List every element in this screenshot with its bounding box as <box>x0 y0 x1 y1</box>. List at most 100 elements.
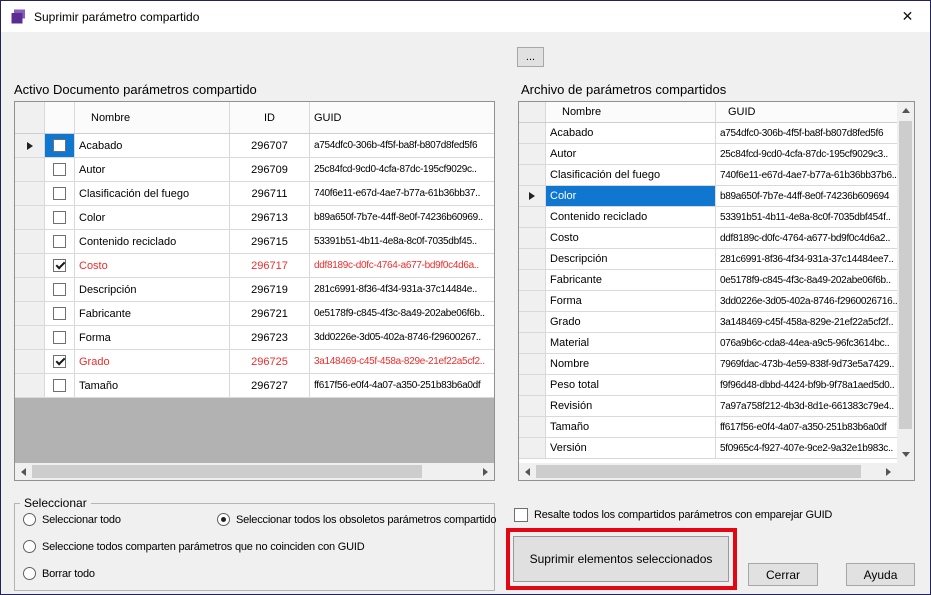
table-row[interactable]: Fabricante 296721 0e5178f9-c845-4f3c-8a49-… <box>15 302 494 326</box>
row-checkbox[interactable] <box>53 379 66 392</box>
row-checkbox[interactable] <box>53 163 66 176</box>
cell-nombre[interactable]: Costo <box>546 228 716 249</box>
checkbox-cell[interactable] <box>45 302 75 326</box>
cell-id[interactable]: 296713 <box>230 206 310 230</box>
cell-id[interactable]: 296717 <box>230 254 310 278</box>
cell-guid[interactable]: 53391b51-4b11-4e8a-8c0f-7035dbf45.. <box>310 230 494 254</box>
row-checkbox[interactable] <box>53 235 66 248</box>
cell-guid[interactable]: 25c84fcd-9cd0-4cfa-87dc-195cf9029c3.. <box>716 144 897 165</box>
cell-guid[interactable]: 0e5178f9-c845-4f3c-8a49-202abe06f6b.. <box>310 302 494 326</box>
cell-id[interactable]: 296723 <box>230 326 310 350</box>
cell-guid[interactable]: 7969fdac-473b-4e59-838f-9d73e5a7429.. <box>716 354 897 375</box>
table-row[interactable]: Grado 296725 3a148469-c45f-458a-829e-21ef2… <box>15 350 494 374</box>
table-row[interactable]: Clasificación del fuego 740f6e11-e67d-4ae… <box>519 165 897 186</box>
cell-guid[interactable]: 3a148469-c45f-458a-829e-21ef22a5cf2.. <box>310 350 494 374</box>
table-row[interactable]: Material 076a9b6c-cda8-44ea-a9c5-96fc3614… <box>519 333 897 354</box>
checkbox-cell[interactable] <box>45 278 75 302</box>
table-row[interactable]: Acabado 296707 a754dfc0-306b-4f5f-ba8f-b80… <box>15 134 494 158</box>
cell-nombre[interactable]: Autor <box>75 158 230 182</box>
table-row[interactable]: Acabado a754dfc0-306b-4f5f-ba8f-b807d8fed… <box>519 123 897 144</box>
highlight-guid-checkbox-box[interactable] <box>514 508 528 522</box>
row-checkbox[interactable] <box>53 283 66 296</box>
delete-selected-button[interactable]: Suprimir elementos seleccionados <box>513 536 729 582</box>
scroll-left-button[interactable] <box>519 463 536 480</box>
table-row[interactable]: Forma 3dd0226e-3d05-402a-8746-f2960026716… <box>519 291 897 312</box>
column-header-nombre[interactable]: Nombre <box>75 102 230 133</box>
table-row[interactable]: Descripción 281c6991-8f36-4f34-931a-37c14… <box>519 249 897 270</box>
cell-guid[interactable]: b89a650f-7b7e-44ff-8e0f-74236b60969.. <box>310 206 494 230</box>
table-row[interactable]: Clasificación del fuego 296711 740f6e11-e6… <box>15 182 494 206</box>
browse-button[interactable]: ... <box>517 47 544 67</box>
column-header-checkbox[interactable] <box>45 102 75 133</box>
table-row[interactable]: Tamaño 296727 ff617f56-e0f4-4a07-a350-251b… <box>15 374 494 398</box>
cell-nombre[interactable]: Color <box>546 186 716 207</box>
cell-nombre[interactable]: Descripción <box>546 249 716 270</box>
cell-guid[interactable]: 3a148469-c45f-458a-829e-21ef22a5cf2f.. <box>716 312 897 333</box>
cell-guid[interactable]: ff617f56-e0f4-4a07-a350-251b83b6a0df <box>310 374 494 398</box>
radio-select-no-guid-match[interactable]: Seleccione todos comparten parámetros qu… <box>23 540 365 553</box>
cell-guid[interactable]: ddf8189c-d0fc-4764-a677-bd9f0c4d6a.. <box>310 254 494 278</box>
scrollbar-thumb[interactable] <box>899 121 912 429</box>
scroll-right-button[interactable] <box>880 463 897 480</box>
checkbox-cell[interactable] <box>45 206 75 230</box>
cell-nombre[interactable]: Autor <box>546 144 716 165</box>
table-row[interactable]: Grado 3a148469-c45f-458a-829e-21ef22a5cf2… <box>519 312 897 333</box>
title-bar[interactable]: Suprimir parámetro compartido ✕ <box>1 1 930 32</box>
table-row[interactable]: Revisión 7a97a758f212-4b3d-8d1e-661383c79… <box>519 396 897 417</box>
table-row[interactable]: Autor 25c84fcd-9cd0-4cfa-87dc-195cf9029c3… <box>519 144 897 165</box>
cell-id[interactable]: 296721 <box>230 302 310 326</box>
cell-nombre[interactable]: Clasificación del fuego <box>75 182 230 206</box>
cell-nombre[interactable]: Versión <box>546 438 716 459</box>
close-dialog-button[interactable]: Cerrar <box>748 563 818 586</box>
cell-id[interactable]: 296725 <box>230 350 310 374</box>
row-checkbox[interactable] <box>53 331 66 344</box>
cell-guid[interactable]: 7a97a758f212-4b3d-8d1e-661383c79e4.. <box>716 396 897 417</box>
cell-nombre[interactable]: Tamaño <box>75 374 230 398</box>
table-row[interactable]: Contenido reciclado 53391b51-4b11-4e8a-8c… <box>519 207 897 228</box>
radio-clear-all[interactable]: Borrar todo <box>23 567 95 580</box>
column-header-id[interactable]: ID <box>230 102 310 133</box>
table-row[interactable]: Forma 296723 3dd0226e-3d05-402a-8746-f2960… <box>15 326 494 350</box>
table-row[interactable]: Peso total f9f96d48-dbbd-4424-bf9b-9f78a1… <box>519 375 897 396</box>
cell-guid[interactable]: ff617f56-e0f4-4a07-a350-251b83b6a0df <box>716 417 897 438</box>
cell-nombre[interactable]: Descripción <box>75 278 230 302</box>
row-checkbox[interactable] <box>53 355 66 368</box>
cell-nombre[interactable]: Color <box>75 206 230 230</box>
checkbox-cell[interactable] <box>45 182 75 206</box>
column-header-guid[interactable]: GUID <box>310 102 494 133</box>
scroll-up-button[interactable] <box>897 102 914 119</box>
cell-nombre[interactable]: Tamaño <box>546 417 716 438</box>
cell-nombre[interactable]: Peso total <box>546 375 716 396</box>
cell-id[interactable]: 296719 <box>230 278 310 302</box>
cell-guid[interactable]: 3dd0226e-3d05-402a-8746-f29600267.. <box>310 326 494 350</box>
scrollbar-thumb[interactable] <box>536 465 861 478</box>
cell-id[interactable]: 296711 <box>230 182 310 206</box>
cell-nombre[interactable]: Acabado <box>75 134 230 158</box>
cell-nombre[interactable]: Material <box>546 333 716 354</box>
cell-guid[interactable]: f9f96d48-dbbd-4424-bf9b-9f78a1aed5d0.. <box>716 375 897 396</box>
table-row[interactable]: Descripción 296719 281c6991-8f36-4f34-931a… <box>15 278 494 302</box>
cell-id[interactable]: 296709 <box>230 158 310 182</box>
vertical-scrollbar[interactable] <box>897 102 914 463</box>
cell-guid[interactable]: 53391b51-4b11-4e8a-8c0f-7035dbf454f.. <box>716 207 897 228</box>
row-checkbox[interactable] <box>53 211 66 224</box>
cell-nombre[interactable]: Forma <box>546 291 716 312</box>
help-button[interactable]: Ayuda <box>846 563 915 586</box>
checkbox-cell[interactable] <box>45 230 75 254</box>
cell-guid[interactable]: 281c6991-8f36-4f34-931a-37c14484ee7.. <box>716 249 897 270</box>
row-checkbox[interactable] <box>53 139 66 152</box>
close-button[interactable]: ✕ <box>885 1 930 32</box>
horizontal-scrollbar[interactable] <box>519 463 897 480</box>
table-row[interactable]: Fabricante 0e5178f9-c845-4f3c-8a49-202abe… <box>519 270 897 291</box>
scroll-left-button[interactable] <box>15 463 32 480</box>
checkbox-cell[interactable] <box>45 134 75 158</box>
checkbox-cell[interactable] <box>45 158 75 182</box>
horizontal-scrollbar[interactable] <box>15 463 494 480</box>
checkbox-cell[interactable] <box>45 326 75 350</box>
checkbox-cell[interactable] <box>45 350 75 374</box>
table-row[interactable]: Color b89a650f-7b7e-44ff-8e0f-74236b60969… <box>519 186 897 207</box>
cell-nombre[interactable]: Contenido reciclado <box>75 230 230 254</box>
cell-guid[interactable]: a754dfc0-306b-4f5f-ba8f-b807d8fed5f6 <box>716 123 897 144</box>
cell-guid[interactable]: 0e5178f9-c845-4f3c-8a49-202abe06f6b.. <box>716 270 897 291</box>
radio-select-obsolete[interactable]: Seleccionar todos los obsoletos parámetr… <box>217 513 496 526</box>
